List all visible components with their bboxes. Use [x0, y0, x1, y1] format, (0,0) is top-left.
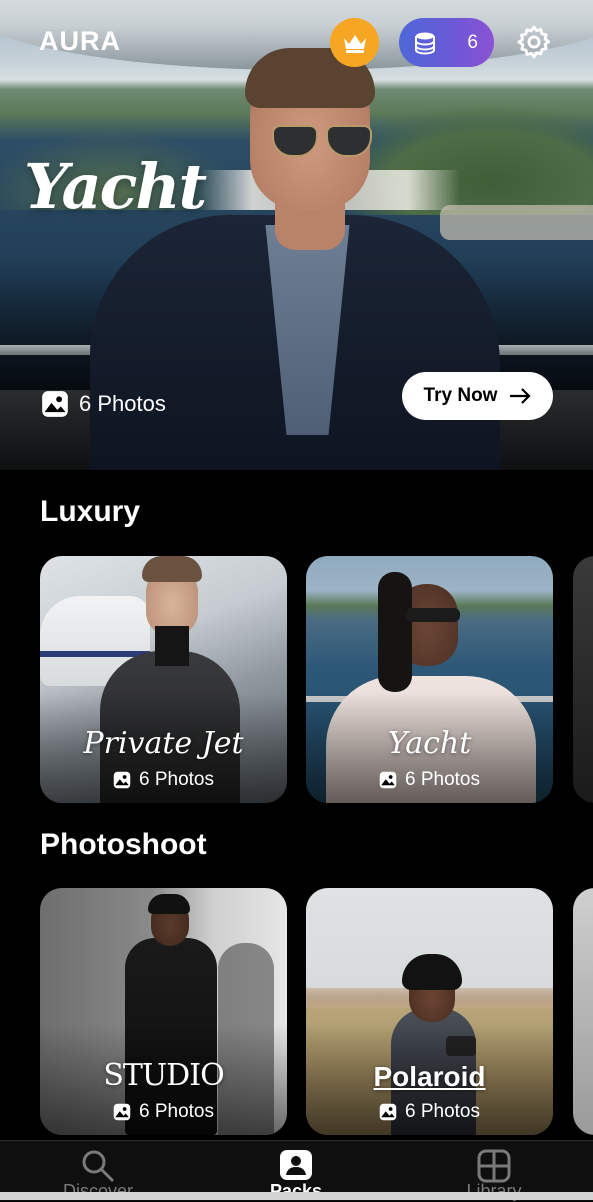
card-photo-count: 6 Photos [306, 769, 553, 791]
pack-card-private-jet[interactable]: Private Jet 6 Photos [40, 556, 287, 803]
section-title-luxury: Luxury [40, 495, 141, 528]
pack-card-polaroid[interactable]: Polaroid 6 Photos [306, 888, 553, 1135]
pack-card-yacht[interactable]: Yacht 6 Photos [306, 556, 553, 803]
hero-photo-count: 6 Photos [41, 390, 166, 418]
card-photo-count: 6 Photos [306, 1101, 553, 1123]
section-title-photoshoot: Photoshoot [40, 828, 207, 861]
card-photo-count-text: 6 Photos [405, 769, 480, 790]
hero-photo-count-text: 6 Photos [79, 391, 166, 416]
home-indicator [0, 1192, 593, 1200]
image-icon [42, 391, 68, 417]
gear-icon [517, 25, 551, 59]
arrow-right-icon [510, 388, 532, 404]
image-icon [379, 771, 397, 789]
image-icon [113, 1103, 131, 1121]
grid-icon [477, 1149, 511, 1183]
card-label: Yacht [387, 726, 472, 761]
premium-button[interactable] [330, 18, 379, 67]
credits-balance-button[interactable]: 6 [399, 18, 494, 67]
app-logo: AURA [39, 26, 121, 56]
pack-card-partial[interactable] [573, 888, 593, 1135]
image-icon [379, 1103, 397, 1121]
credits-count: 6 [467, 31, 478, 53]
card-photo-count-text: 6 Photos [139, 769, 214, 790]
card-photo-count: 6 Photos [40, 769, 287, 791]
hero-title: Yacht [24, 150, 207, 223]
card-photo-count-text: 6 Photos [139, 1101, 214, 1122]
card-label: STUDIO [103, 1058, 224, 1093]
person-card-icon [280, 1150, 312, 1180]
card-label: Polaroid [373, 1061, 486, 1092]
settings-button[interactable] [514, 22, 554, 62]
crown-icon [343, 34, 366, 53]
coins-icon [411, 29, 439, 57]
image-icon [113, 771, 131, 789]
try-now-button[interactable]: Try Now [402, 372, 553, 420]
search-icon [82, 1150, 115, 1183]
card-label: Private Jet [83, 726, 244, 761]
pack-card-partial[interactable] [573, 556, 593, 803]
card-photo-count: 6 Photos [40, 1101, 287, 1123]
card-photo-count-text: 6 Photos [405, 1101, 480, 1122]
try-now-label: Try Now [423, 385, 498, 406]
pack-card-studio[interactable]: STUDIO 6 Photos [40, 888, 287, 1135]
